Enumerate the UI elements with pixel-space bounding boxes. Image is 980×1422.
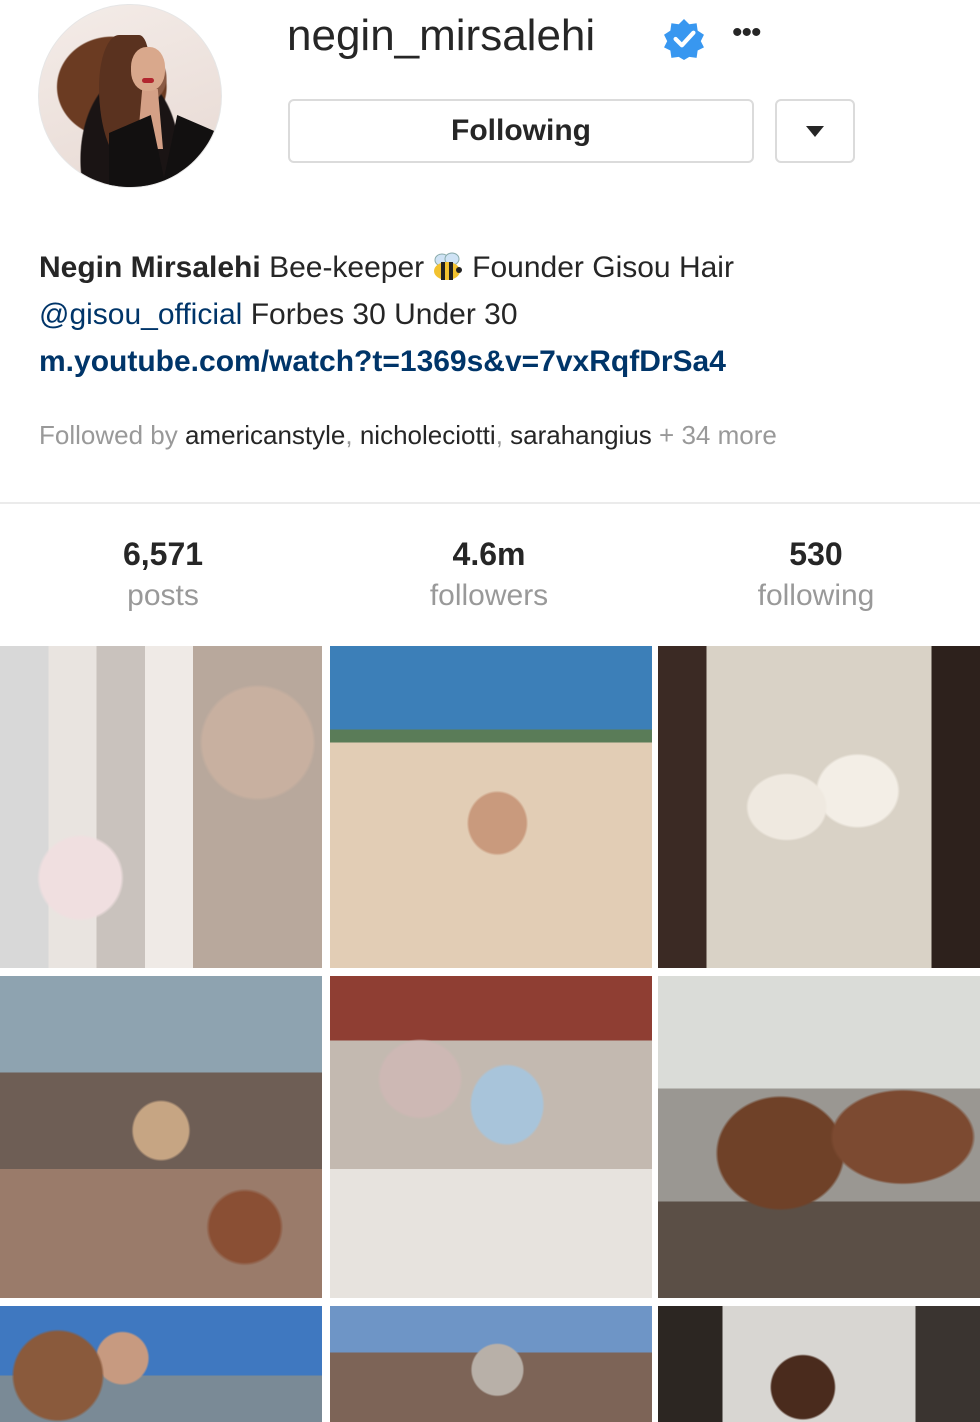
stat-posts-value: 6,571 bbox=[122, 536, 204, 572]
bio-text-beekeeper: Bee-keeper bbox=[269, 251, 425, 284]
suggested-dropdown-button[interactable] bbox=[775, 99, 855, 163]
followed-by-user: sarahangius bbox=[510, 420, 652, 450]
stat-following-value: 530 bbox=[789, 536, 843, 572]
stats-divider bbox=[0, 502, 980, 504]
followed-by-more: + 34 more bbox=[659, 420, 777, 450]
post-thumbnail[interactable] bbox=[330, 646, 652, 968]
stat-following[interactable]: 530 following bbox=[653, 534, 979, 618]
followed-by-line[interactable]: Followed by americanstyle, nicholeciotti… bbox=[39, 419, 777, 451]
bio-website-link[interactable]: m.youtube.com/watch?t=1369s&v=7vxRqfDrSa… bbox=[39, 345, 726, 378]
bio-line-3: m.youtube.com/watch?t=1369s&v=7vxRqfDrSa… bbox=[39, 342, 726, 382]
post-thumbnail[interactable] bbox=[658, 976, 980, 1298]
bio-text-founder: Founder Gisou Hair bbox=[472, 251, 734, 284]
bee-emoji-icon bbox=[434, 252, 463, 280]
following-button[interactable]: Following bbox=[288, 99, 754, 163]
post-thumbnail[interactable] bbox=[658, 646, 980, 968]
caret-down-icon bbox=[806, 125, 824, 137]
post-thumbnail[interactable] bbox=[0, 1306, 322, 1422]
post-thumbnail[interactable] bbox=[330, 1306, 652, 1422]
avatar-face bbox=[131, 47, 165, 91]
profile-username: negin_mirsalehi bbox=[287, 11, 596, 60]
stat-followers-value: 4.6m bbox=[452, 536, 526, 572]
avatar-lips bbox=[142, 78, 154, 83]
profile-avatar[interactable] bbox=[38, 4, 222, 188]
verified-badge-icon bbox=[664, 19, 704, 60]
stat-following-label: following bbox=[757, 579, 875, 612]
bio-text-forbes: Forbes 30 Under 30 bbox=[250, 298, 518, 331]
post-thumbnail[interactable] bbox=[0, 976, 322, 1298]
post-thumbnail[interactable] bbox=[658, 1306, 980, 1422]
followed-by-prefix: Followed by bbox=[39, 420, 178, 450]
stat-followers[interactable]: 4.6m followers bbox=[326, 534, 652, 618]
followed-by-user: nicholeciotti bbox=[359, 420, 496, 450]
more-options-icon[interactable]: ••• bbox=[732, 18, 761, 48]
followed-by-user: americanstyle bbox=[184, 420, 346, 450]
bio-mention-link[interactable]: @gisou_official bbox=[39, 298, 242, 331]
bio-line-1: Negin Mirsalehi Bee-keeper Founder Gisou… bbox=[39, 248, 734, 288]
stat-followers-label: followers bbox=[429, 579, 549, 612]
avatar-jacket bbox=[109, 115, 219, 187]
post-thumbnail[interactable] bbox=[0, 646, 322, 968]
stat-posts: 6,571 posts bbox=[0, 534, 326, 618]
post-thumbnail[interactable] bbox=[330, 976, 652, 1298]
stat-posts-label: posts bbox=[127, 579, 199, 612]
bio-full-name: Negin Mirsalehi bbox=[39, 251, 261, 284]
bio-line-2: @gisou_official Forbes 30 Under 30 bbox=[39, 295, 518, 335]
